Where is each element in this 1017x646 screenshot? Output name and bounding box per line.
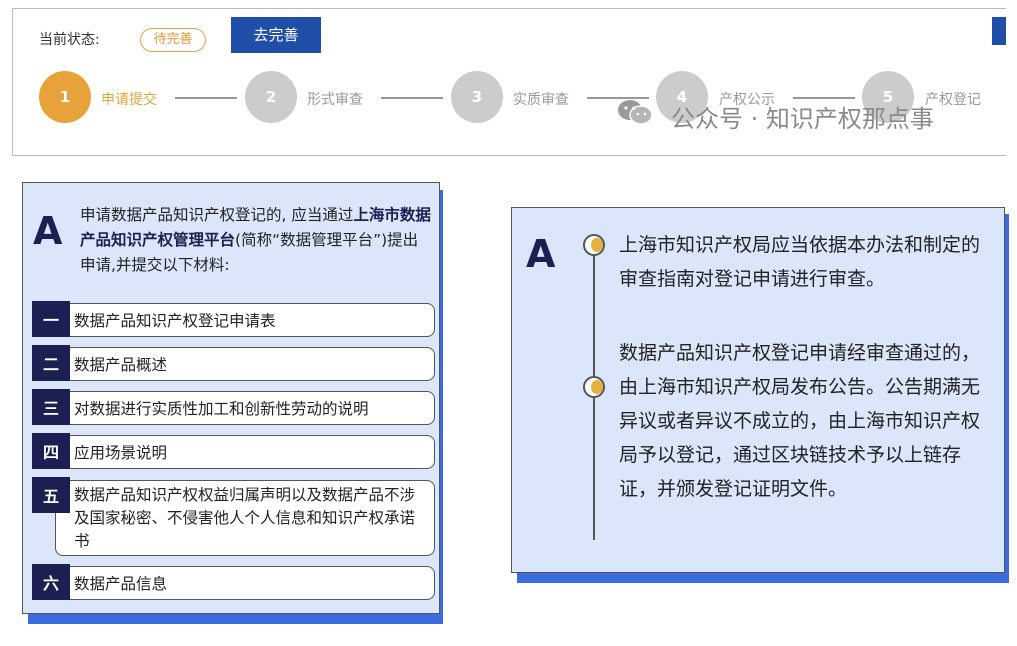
material-number: 一 bbox=[32, 301, 70, 337]
panel-letter: A bbox=[526, 232, 556, 276]
step-1-label: 申请提交 bbox=[101, 92, 157, 108]
review-paragraph-2: 数据产品知识产权登记申请经审查通过的，由上海市知识产权局发布公告。公告期满无异议… bbox=[619, 342, 981, 500]
material-number: 二 bbox=[32, 345, 70, 381]
material-number: 三 bbox=[32, 389, 70, 425]
step-2-label: 形式审查 bbox=[307, 92, 363, 108]
material-item-text: 数据产品信息 bbox=[74, 575, 168, 593]
step-1-circle: 1 bbox=[39, 71, 91, 123]
corner-marker bbox=[992, 17, 1006, 45]
material-number: 四 bbox=[32, 433, 70, 469]
complete-button[interactable]: 去完善 bbox=[231, 17, 321, 53]
material-item-text: 对数据进行实质性加工和创新性劳动的说明 bbox=[74, 400, 369, 418]
material-item: 数据产品信息 bbox=[55, 566, 435, 600]
material-item: 数据产品知识产权权益归属声明以及数据产品不涉及国家秘密、不侵害他人个人信息和知识… bbox=[55, 480, 435, 556]
watermark-text: 公众号 · 知识产权那点事 bbox=[671, 105, 934, 133]
step-2-circle: 2 bbox=[245, 71, 297, 123]
material-item: 对数据进行实质性加工和创新性劳动的说明 bbox=[55, 391, 435, 425]
materials-intro: 申请数据产品知识产权登记的, 应当通过上海市数据产品知识产权管理平台(简称“数据… bbox=[80, 203, 432, 278]
material-number: 六 bbox=[32, 564, 70, 600]
timeline-dot-icon bbox=[583, 376, 605, 398]
step-3-circle: 3 bbox=[451, 71, 503, 123]
panel-letter: A bbox=[33, 209, 63, 253]
material-number: 五 bbox=[32, 477, 70, 513]
material-item-text: 应用场景说明 bbox=[74, 444, 168, 462]
review-paragraph-1: 上海市知识产权局应当依据本办法和制定的审查指南对登记申请进行审查。 bbox=[619, 234, 981, 290]
material-item-text: 数据产品知识产权登记申请表 bbox=[74, 312, 276, 330]
timeline-dot-icon bbox=[583, 234, 605, 256]
material-item-text: 数据产品知识产权权益归属声明以及数据产品不涉及国家秘密、不侵害他人个人信息和知识… bbox=[74, 485, 416, 550]
step-connector bbox=[175, 97, 237, 99]
step-3-label: 实质审查 bbox=[513, 92, 569, 108]
material-item: 数据产品知识产权登记申请表 bbox=[55, 303, 435, 337]
review-panel: A 上海市知识产权局应当依据本办法和制定的审查指南对登记申请进行审查。 数据产品… bbox=[511, 207, 1005, 573]
wechat-icon bbox=[618, 100, 653, 125]
status-label: 当前状态: bbox=[39, 32, 100, 48]
material-item: 应用场景说明 bbox=[55, 435, 435, 469]
step-connector bbox=[381, 97, 443, 99]
material-item-text: 数据产品概述 bbox=[74, 356, 168, 374]
status-badge: 待完善 bbox=[140, 28, 206, 52]
status-panel: 当前状态: 待完善 去完善 1 申请提交 2 形式审查 3 实质审查 4 产权公… bbox=[12, 8, 1006, 156]
material-item: 数据产品概述 bbox=[55, 347, 435, 381]
materials-panel: A 申请数据产品知识产权登记的, 应当通过上海市数据产品知识产权管理平台(简称“… bbox=[22, 182, 440, 614]
intro-text: 申请数据产品知识产权登记的, 应当通过 bbox=[80, 206, 354, 224]
